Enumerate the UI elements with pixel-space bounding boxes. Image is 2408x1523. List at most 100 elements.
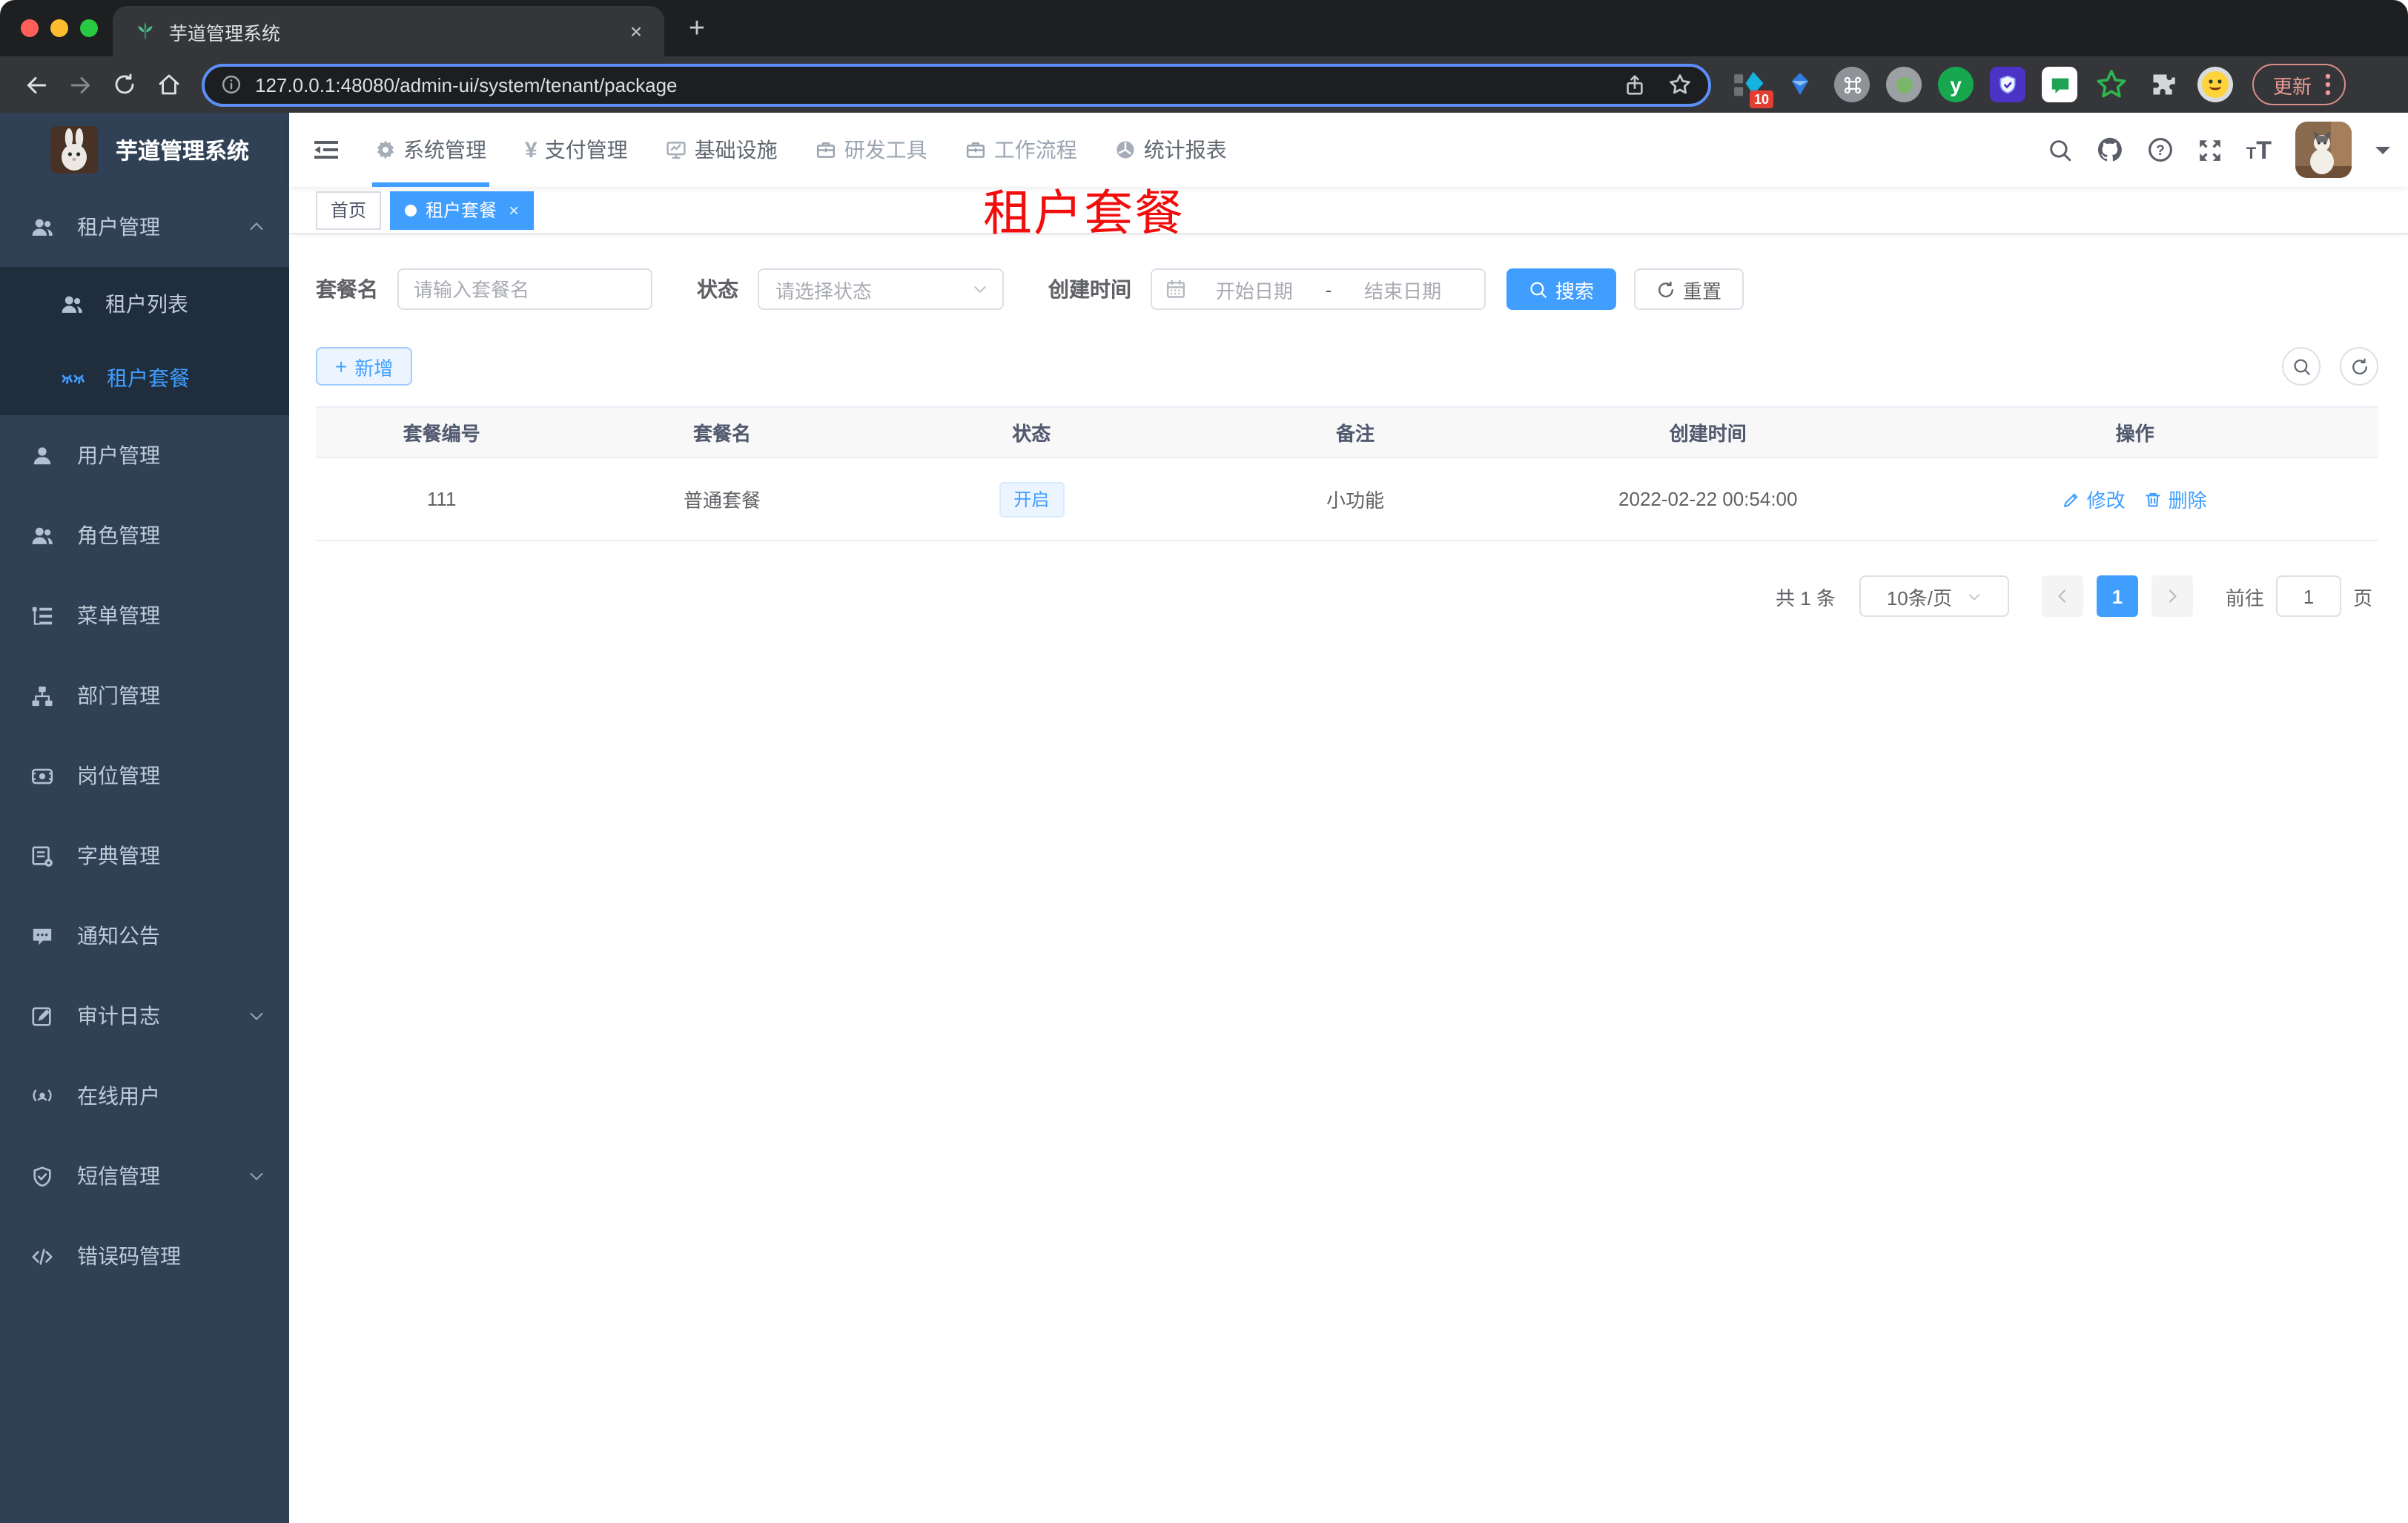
nav-item-payment[interactable]: ¥ 支付管理 [525,113,628,187]
start-date-placeholder[interactable]: 开始日期 [1186,275,1323,303]
nav-item-workflow[interactable]: 工作流程 [966,113,1077,187]
share-icon[interactable] [1618,68,1650,101]
table-search-toggle-icon[interactable] [2282,347,2321,386]
tag-tenant-package[interactable]: 租户套餐 × [390,191,535,229]
extension-shield-icon[interactable] [1988,65,2027,104]
broadcast-icon [31,1085,53,1107]
sidebar-item-error-code[interactable]: 错误码管理 [0,1216,289,1296]
sidebar-item-tenant-list[interactable]: 租户列表 [0,267,289,341]
nav-label: 研发工具 [844,138,927,162]
sidebar-item-tenant-package[interactable]: 租户套餐 [0,341,289,415]
extension-gray-circle-icon[interactable] [1885,65,1923,104]
help-icon[interactable]: ? [2147,136,2174,163]
nav-label: 基础设施 [694,138,778,162]
bookmark-star-icon[interactable] [1664,68,1696,101]
sidebar-item-user-management[interactable]: 用户管理 [0,415,289,495]
reset-button[interactable]: 重置 [1634,268,1744,310]
add-button[interactable]: + 新增 [316,347,413,386]
edit-link[interactable]: 修改 [2063,485,2126,513]
kebab-menu-icon[interactable] [2325,73,2331,96]
briefcase-icon [966,139,987,160]
forward-button[interactable] [59,64,101,105]
tag-close-icon[interactable]: × [509,199,519,220]
nav-item-system[interactable]: 系统管理 [372,113,489,187]
status-tag[interactable]: 开启 [999,481,1065,517]
favicon-leaf-icon [135,21,156,42]
page-size-select[interactable]: 10条/页 [1859,575,2009,617]
new-tab-button[interactable]: + [676,9,718,50]
status-select[interactable]: 请选择状态 [758,268,1004,310]
prev-page-button[interactable] [2041,575,2083,617]
briefcase-icon [816,139,837,160]
sidebar-item-dict-management[interactable]: 字典管理 [0,816,289,896]
end-date-placeholder[interactable]: 结束日期 [1334,275,1471,303]
table-toolbar: + 新增 [316,347,2378,386]
sidebar-item-notice[interactable]: 通知公告 [0,896,289,976]
page-number-1[interactable]: 1 [2096,575,2138,617]
back-button[interactable] [15,64,56,105]
profile-avatar-icon[interactable] [2196,65,2235,104]
logo-image [50,126,98,174]
status-label: 状态 [697,277,738,301]
fullscreen-icon[interactable] [2197,137,2223,162]
sidebar-item-role-management[interactable]: 角色管理 [0,495,289,575]
sidebar-item-online-users[interactable]: 在线用户 [0,1056,289,1136]
extension-y-icon[interactable]: y [1936,65,1975,104]
font-size-icon[interactable]: TT [2246,137,2272,162]
browser-update-button[interactable]: 更新 [2252,64,2346,105]
sidebar-item-dept-management[interactable]: 部门管理 [0,655,289,736]
sidebar-item-label: 菜单管理 [77,604,160,627]
window-close-button[interactable] [21,19,39,37]
delete-link[interactable]: 删除 [2145,485,2207,513]
user-avatar[interactable] [2295,122,2352,178]
col-header: 套餐编号 [403,423,480,445]
home-button[interactable] [148,64,190,105]
date-range-picker[interactable]: 开始日期 - 结束日期 [1151,268,1486,310]
sidebar-item-post-management[interactable]: 岗位管理 [0,736,289,816]
top-nav: 系统管理 ¥ 支付管理 基础设施 研发工具 工作流程 统计报表 [372,113,1227,187]
sidebar-collapse-icon[interactable] [289,136,357,163]
page-unit-label: 页 [2352,587,2372,609]
sidebar-item-label: 岗位管理 [77,764,160,787]
sidebar-item-menu-management[interactable]: 菜单管理 [0,575,289,655]
svg-text:?: ? [2156,143,2165,159]
nav-item-infra[interactable]: 基础设施 [666,113,778,187]
browser-tab[interactable]: 芋道管理系统 × [113,6,664,56]
sidebar-item-audit-log[interactable]: 审计日志 [0,976,289,1056]
tag-home[interactable]: 首页 [316,191,382,229]
url-bar[interactable]: 127.0.0.1:48080/admin-ui/system/tenant/p… [202,63,1711,106]
search-button[interactable]: 搜索 [1506,268,1617,310]
sidebar-logo[interactable]: 芋道管理系统 [0,113,289,187]
extension-gem-icon[interactable] [1781,65,1819,104]
extension-chat-icon[interactable] [2040,65,2079,104]
url-text[interactable]: 127.0.0.1:48080/admin-ui/system/tenant/p… [255,73,1604,96]
caret-down-icon[interactable] [2375,146,2390,161]
sidebar-item-sms-management[interactable]: 短信管理 [0,1136,289,1216]
goto-page-input[interactable] [2275,575,2341,617]
window-zoom-button[interactable] [80,19,98,37]
page-size-value: 10条/页 [1886,587,1952,609]
nav-item-dev-tools[interactable]: 研发工具 [816,113,927,187]
reload-button[interactable] [104,64,145,105]
window-minimize-button[interactable] [50,19,68,37]
site-info-icon[interactable] [221,74,242,95]
next-page-button[interactable] [2151,575,2193,617]
extension-command-icon[interactable] [1833,65,1871,104]
tab-title: 芋道管理系统 [169,23,281,44]
gear-icon [375,139,396,160]
col-header: 操作 [2115,423,2154,445]
package-name-input[interactable] [397,268,652,310]
search-icon [1530,281,1547,297]
github-icon[interactable] [2097,136,2123,163]
extension-star-icon[interactable] [2092,65,2131,104]
tags-view: 首页 租户套餐 × [289,187,2408,234]
table-refresh-icon[interactable] [2340,347,2378,386]
extension-tampermonkey-icon[interactable]: 10 [1729,65,1773,108]
cell-actions: 修改 删除 [1891,485,2378,513]
nav-item-report[interactable]: 统计报表 [1116,113,1227,187]
extensions-puzzle-icon[interactable] [2144,65,2183,104]
sidebar-item-tenant-management[interactable]: 租户管理 [0,187,289,267]
header-search-icon[interactable] [2048,137,2073,162]
tab-close-icon[interactable]: × [623,18,649,44]
nav-label: 统计报表 [1143,138,1227,162]
